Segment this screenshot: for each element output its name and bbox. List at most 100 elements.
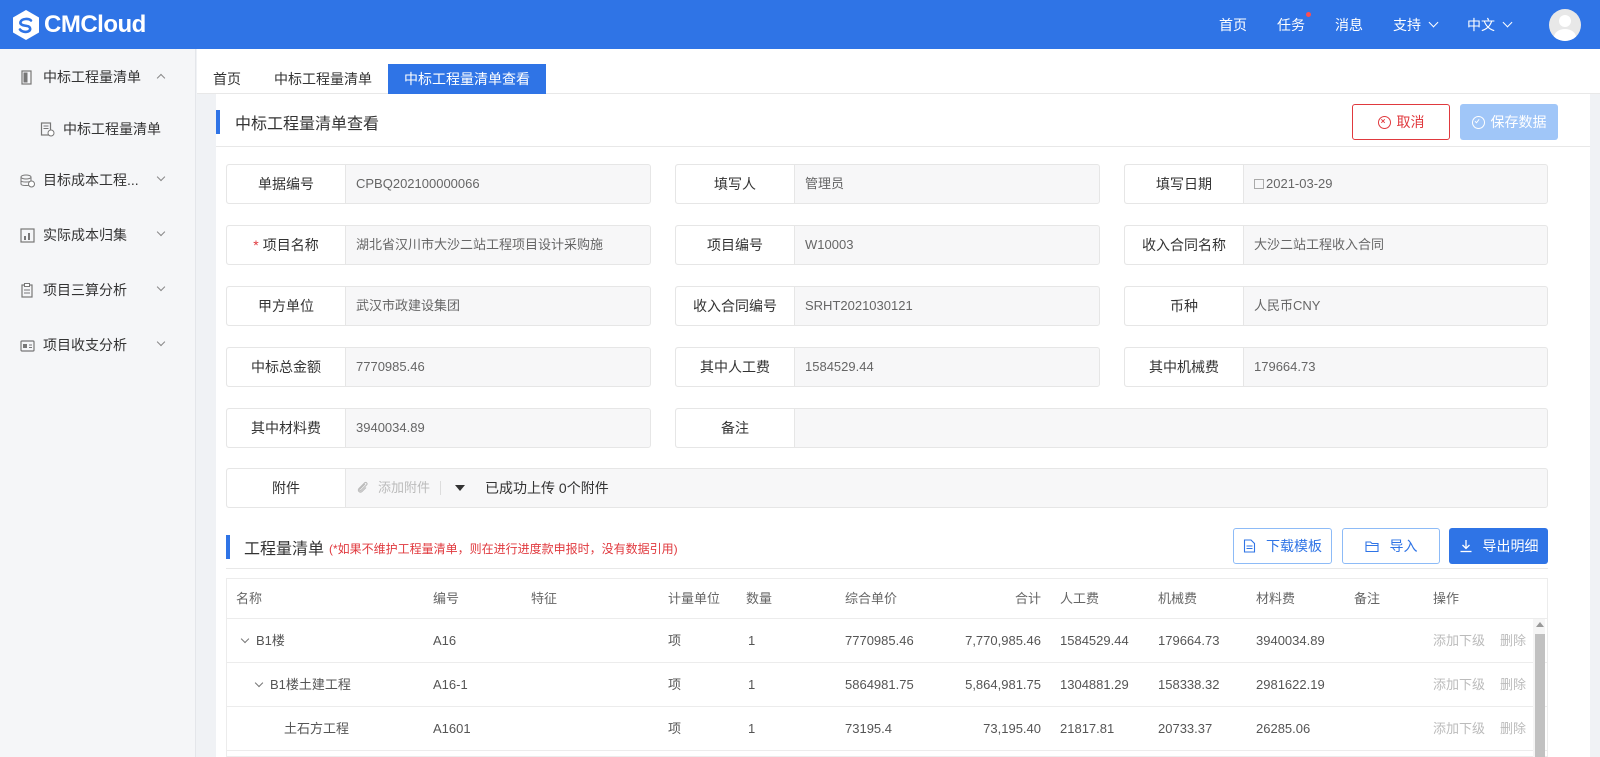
row-price: 5864981.75 [845,677,914,692]
download-label: 下载模板 [1266,538,1322,554]
tab-bid-bill[interactable]: 中标工程量清单 [258,64,388,94]
language-dropdown[interactable]: 中文 [1467,15,1513,35]
download-template-button[interactable]: 下载模板 [1233,528,1332,564]
row-unit: 项 [668,721,682,736]
brand-name: CMCloud [44,11,146,38]
sidebar-item-three-calc[interactable]: 项目三算分析 [0,270,196,310]
bill-table: 名称 编号 特征 计量单位 数量 综合单价 合计 人工费 机械费 材料费 备注 … [226,578,1548,757]
paperclip-icon [357,481,368,493]
chevron-down-icon [156,282,166,292]
field-label: 备注 [676,409,795,447]
tab-home[interactable]: 首页 [197,64,257,94]
sidebar: 中标工程量清单 中标工程量清单 目标成本工程... 实际成本归集 项目三算分析 … [0,49,196,757]
nav-tasks[interactable]: 任务 [1277,11,1311,35]
field-contract-no: 收入合同编号 SRHT2021030121 [675,286,1100,326]
field-label: 其中机械费 [1125,348,1244,386]
row-sum: 7,770,985.46 [965,633,1041,648]
sidebar-subitem-bid-bill[interactable]: 中标工程量清单 [0,109,196,149]
field-date: 填写日期 2021-03-29 [1124,164,1548,204]
nav-support-label: 支持 [1393,16,1421,33]
coins-icon [20,174,35,188]
row-code: A16-1 [433,677,468,692]
field-contract-name: 收入合同名称 大沙二站工程收入合同 [1124,225,1548,265]
row-qty: 1 [748,721,756,736]
chevron-down-icon[interactable] [240,634,250,644]
top-navbar: CMCloud 首页 任务 消息 支持 中文 [0,0,1600,49]
nav-home[interactable]: 首页 [1219,15,1247,35]
sidebar-item-label: 实际成本归集 [43,227,127,243]
brand-logo[interactable]: CMCloud [10,9,146,41]
row-labor: 1584529.44 [1060,633,1129,648]
field-doc-no: 单据编号 CPBQ202100000066 [226,164,651,204]
delete-button[interactable]: 删除 [1500,663,1526,707]
required-mark: * [253,237,259,253]
save-button[interactable]: 保存数据 [1460,104,1558,140]
chevron-up-icon [156,73,166,83]
import-button[interactable]: 导入 [1342,528,1440,564]
row-price: 73195.4 [845,721,892,736]
col-header-price: 综合单价 [845,591,898,606]
sidebar-item-target-cost[interactable]: 目标成本工程... [0,160,196,200]
field-party-a: 甲方单位 武汉市政建设集团 [226,286,651,326]
chevron-down-icon [156,172,166,182]
row-code: A1601 [433,721,471,736]
file-icon [1243,539,1256,553]
row-labor: 21817.81 [1060,721,1115,736]
field-label: 收入合同名称 [1125,226,1244,264]
page-header: 中标工程量清单查看 [216,110,379,134]
chevron-down-icon [1428,17,1439,28]
row-name: 土石方工程 [284,721,350,736]
date-input[interactable]: 2021-03-29 [1244,165,1547,203]
sidebar-item-bid-bill[interactable]: 中标工程量清单 [0,57,196,97]
table-scrollbar-thumb[interactable] [1535,634,1545,757]
sidebar-item-label: 项目收支分析 [43,337,127,353]
col-header-unit: 计量单位 [668,591,721,606]
check-circle-icon [1471,115,1485,129]
sidebar-item-actual-cost[interactable]: 实际成本归集 [0,215,196,255]
nav-tasks-label: 任务 [1277,16,1305,33]
machine-value: 179664.73 [1254,359,1316,374]
add-attachment-button[interactable]: 添加附件 [378,469,430,507]
col-header-labor: 人工费 [1060,591,1100,606]
row-qty: 1 [748,633,756,648]
row-name-text: B1楼土建工程 [270,677,351,692]
sidebar-item-income-expense[interactable]: 项目收支分析 [0,325,196,365]
export-label: 导出明细 [1482,538,1539,554]
field-label: * 项目名称 [227,226,346,264]
field-machine: 其中机械费 179664.73 [1124,347,1548,387]
add-child-button[interactable]: 添加下级 [1433,663,1485,707]
document-icon [21,70,32,85]
party-a-value: 武汉市政建设集团 [356,298,461,313]
row-labor: 1304881.29 [1060,677,1129,692]
add-child-button[interactable]: 添加下级 [1433,707,1485,751]
export-button[interactable]: 导出明细 [1449,528,1548,564]
nav-messages[interactable]: 消息 [1335,15,1363,35]
col-header-sum: 合计 [1014,591,1041,606]
nav-support-dropdown[interactable]: 支持 [1393,15,1439,35]
add-child-button[interactable]: 添加下级 [1433,619,1485,663]
cmcloud-logo-icon [13,10,39,40]
caret-down-icon[interactable] [455,485,466,491]
cancel-button[interactable]: 取消 [1352,104,1450,140]
notification-dot [1306,11,1311,17]
chevron-down-icon[interactable] [254,678,264,688]
tab-bid-bill-view[interactable]: 中标工程量清单查看 [388,64,546,94]
labor-value: 1584529.44 [805,359,874,374]
field-writer: 填写人 管理员 [675,164,1100,204]
col-header-actions: 操作 [1433,591,1460,606]
table-row: B1楼土建工程 A16-1 项 1 5864981.75 5,864,981.7… [227,663,1547,707]
remark-value [795,409,1547,447]
field-label: 收入合同编号 [676,287,795,325]
field-remark: 备注 [675,408,1548,448]
field-project-no: 项目编号 W10003 [675,225,1100,265]
user-avatar-icon[interactable] [1549,8,1581,41]
table-row: 土石方工程 A1601 项 1 73195.4 73,195.40 21817.… [227,707,1547,751]
col-header-machine: 机械费 [1158,591,1198,606]
chevron-down-icon [1502,17,1513,28]
row-material: 3940034.89 [1256,633,1325,648]
cancel-label: 取消 [1396,114,1425,130]
scroll-up-arrow-icon[interactable] [1536,622,1544,627]
delete-button[interactable]: 删除 [1500,619,1526,663]
delete-button[interactable]: 删除 [1500,707,1526,751]
divider [440,481,442,495]
